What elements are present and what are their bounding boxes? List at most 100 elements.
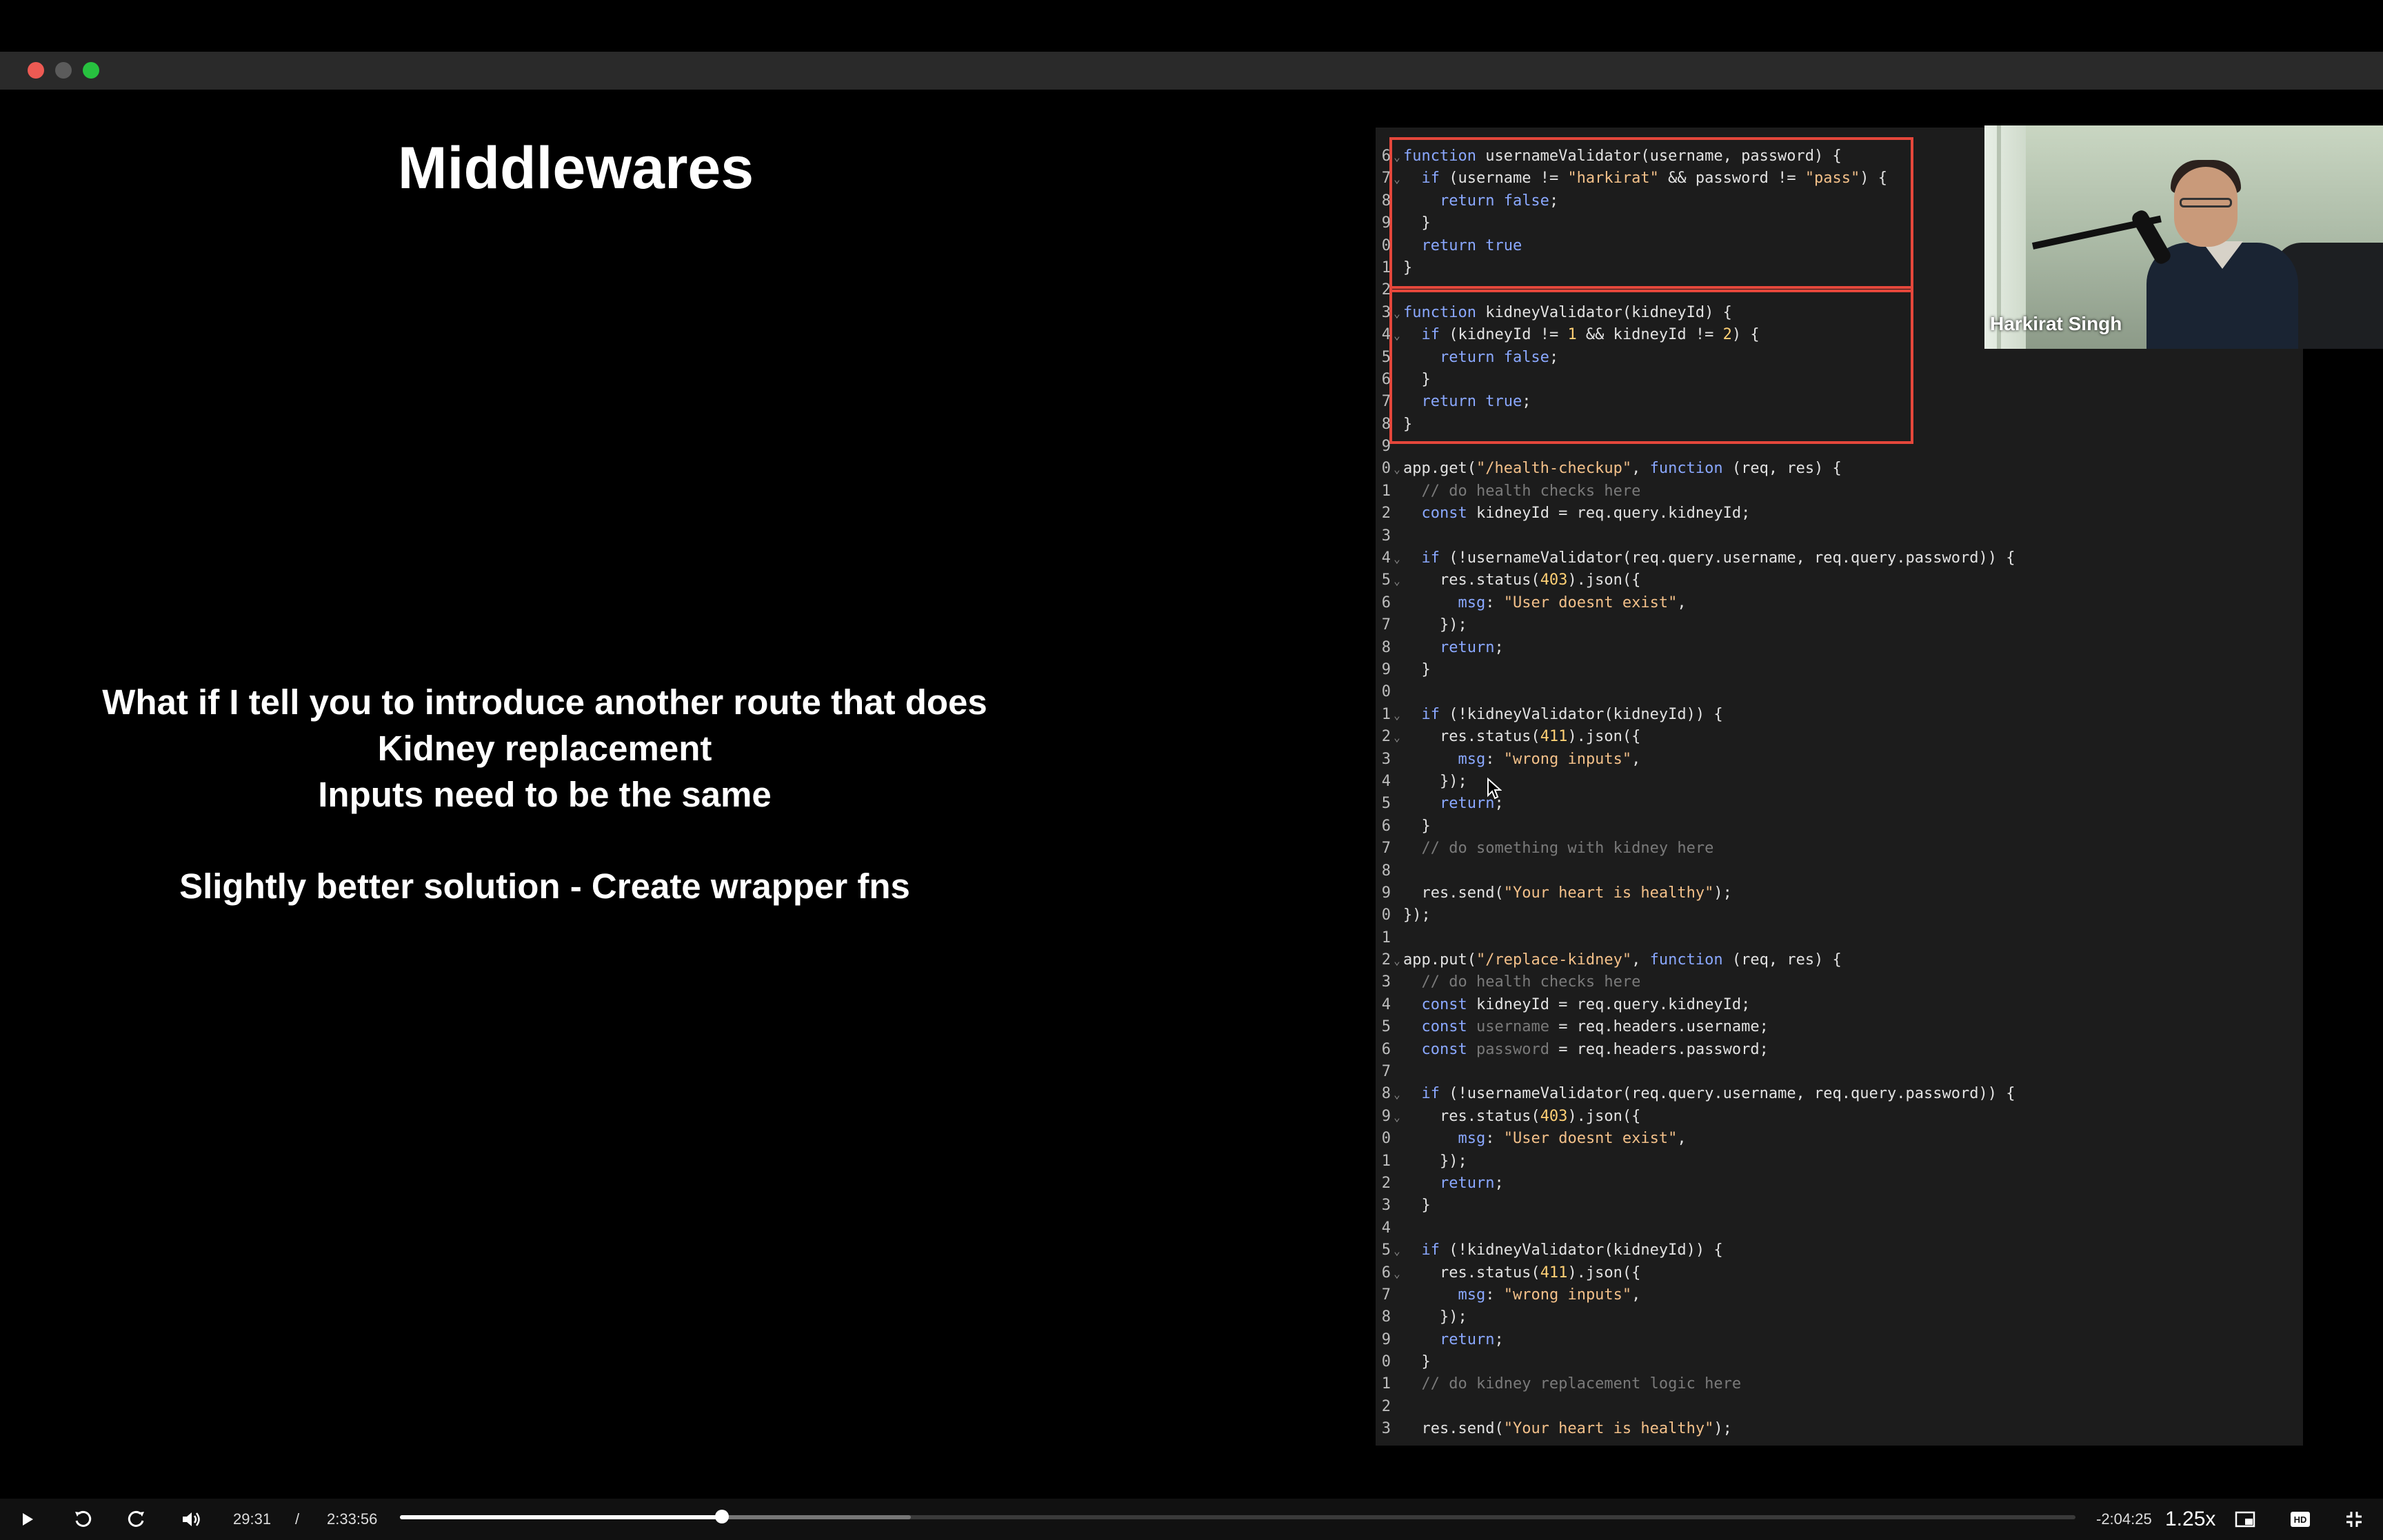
code-text: res.send("Your heart is healthy"); <box>1403 1420 1732 1438</box>
code-line: 7 msg: "wrong inputs", <box>1376 1284 2303 1306</box>
hd-quality-button[interactable]: HD <box>2286 1499 2314 1540</box>
presenter-name: Harkirat Singh <box>1990 313 2122 334</box>
maximize-window-button[interactable] <box>83 62 99 79</box>
code-text: return; <box>1439 1330 1504 1348</box>
code-line: 2 ⌄ res.status(411).json({ <box>1376 726 2303 748</box>
line-number: 4 <box>1381 326 1391 344</box>
close-window-button[interactable] <box>28 62 44 79</box>
line-number: 9 <box>1381 438 1391 456</box>
volume-icon <box>181 1510 202 1528</box>
fold-chevron-icon[interactable]: ⌄ <box>1391 1084 1403 1106</box>
code-line: 4 ⌄ if (!usernameValidator(req.query.user… <box>1376 547 2303 569</box>
code-line: 1 <box>1376 927 2303 949</box>
code-text: function usernameValidator(username, pas… <box>1403 148 1842 165</box>
forward-button[interactable] <box>123 1499 150 1540</box>
line-number: 7 <box>1381 1063 1391 1081</box>
code-text: app.get("/health-checkup", function (req… <box>1403 460 1842 478</box>
fold-chevron-icon[interactable]: ⌄ <box>1391 168 1403 190</box>
fold-chevron-icon[interactable]: ⌄ <box>1391 1106 1403 1128</box>
line-number: 6 <box>1381 1040 1391 1058</box>
line-number: 3 <box>1381 973 1391 991</box>
fold-chevron-icon[interactable]: ⌄ <box>1391 727 1403 749</box>
line-number: 5 <box>1381 571 1391 589</box>
code-text: return true <box>1421 236 1522 254</box>
fold-chevron-icon[interactable]: ⌄ <box>1391 1240 1403 1262</box>
picture-in-picture-button[interactable] <box>2231 1499 2259 1540</box>
remaining-time: -2:04:25 <box>2096 1510 2152 1528</box>
fold-chevron-icon[interactable]: ⌄ <box>1391 303 1403 325</box>
progress-scrubber-handle[interactable] <box>714 1510 729 1523</box>
code-line: 7 <box>1376 1061 2303 1083</box>
code-text: }); <box>1403 772 1467 790</box>
code-line: 1 }); <box>1376 1151 2303 1173</box>
code-text: }); <box>1403 906 1431 924</box>
fold-gutter <box>1391 414 1403 436</box>
volume-button[interactable] <box>178 1499 205 1540</box>
code-line: 6 ⌄ res.status(411).json({ <box>1376 1262 2303 1284</box>
fold-gutter <box>1391 1218 1403 1240</box>
exit-fullscreen-button[interactable] <box>2340 1499 2368 1540</box>
fold-gutter <box>1391 1397 1403 1419</box>
code-text: res.status(403).json({ <box>1403 1107 1641 1125</box>
fold-chevron-icon[interactable]: ⌄ <box>1391 1263 1403 1285</box>
minimize-window-button[interactable] <box>55 62 72 79</box>
line-number: 6 <box>1381 1264 1391 1281</box>
svg-text:HD: HD <box>2294 1514 2307 1525</box>
line-number: 9 <box>1381 884 1391 902</box>
fold-chevron-icon[interactable]: ⌄ <box>1391 146 1403 168</box>
code-text: }); <box>1403 616 1467 634</box>
line-number: 6 <box>1381 594 1391 611</box>
code-text: res.status(403).json({ <box>1403 571 1641 589</box>
code-line: 4 }); <box>1376 771 2303 793</box>
line-number: 1 <box>1381 482 1391 500</box>
code-line: 7 return true; <box>1376 391 2303 413</box>
code-line: 8 }); <box>1376 1306 2303 1328</box>
progress-bar[interactable] <box>400 1510 2075 1523</box>
code-line: 1 // do kidney replacement logic here <box>1376 1373 2303 1395</box>
fold-chevron-icon[interactable]: ⌄ <box>1391 458 1403 480</box>
play-button[interactable] <box>15 1499 40 1540</box>
rewind-icon <box>73 1510 92 1529</box>
presenter-glasses <box>2180 198 2232 207</box>
line-number: 0 <box>1381 906 1391 924</box>
code-text: } <box>1403 1353 1431 1371</box>
code-line: 9 res.send("Your heart is healthy"); <box>1376 882 2303 904</box>
screen-top-bar <box>0 0 2383 52</box>
fold-gutter <box>1391 1040 1403 1062</box>
playback-speed-button[interactable]: 1.25x <box>2165 1499 2215 1540</box>
webcam-overlay: Harkirat Singh <box>1984 125 2383 349</box>
code-line: 6 const password = req.headers.password; <box>1376 1039 2303 1061</box>
fold-chevron-icon[interactable]: ⌄ <box>1391 570 1403 592</box>
fold-gutter <box>1391 236 1403 258</box>
window-title-bar <box>0 52 2383 90</box>
fold-gutter <box>1391 280 1403 302</box>
fold-chevron-icon[interactable]: ⌄ <box>1391 950 1403 972</box>
rewind-button[interactable] <box>69 1499 97 1540</box>
fold-gutter <box>1391 481 1403 503</box>
fold-gutter <box>1391 213 1403 235</box>
code-text: return; <box>1439 1174 1504 1192</box>
line-number: 4 <box>1381 772 1391 790</box>
exit-fullscreen-icon <box>2345 1510 2363 1528</box>
code-text: if (!kidneyValidator(kidneyId)) { <box>1421 705 1723 723</box>
fold-gutter <box>1391 503 1403 525</box>
line-number: 9 <box>1381 1107 1391 1125</box>
code-line: 6 } <box>1376 815 2303 838</box>
code-line: 5 ⌄ if (!kidneyValidator(kidneyId)) { <box>1376 1239 2303 1262</box>
line-number: 2 <box>1381 951 1391 969</box>
fold-gutter <box>1391 436 1403 458</box>
fold-chevron-icon[interactable]: ⌄ <box>1391 325 1403 347</box>
code-text: } <box>1403 259 1413 276</box>
fold-gutter <box>1391 526 1403 548</box>
fold-chevron-icon[interactable]: ⌄ <box>1391 548 1403 570</box>
fold-gutter <box>1391 615 1403 637</box>
fold-chevron-icon[interactable]: ⌄ <box>1391 705 1403 727</box>
code-line: 2 ⌄ app.put("/replace-kidney", function (r… <box>1376 949 2303 971</box>
fold-gutter <box>1391 1330 1403 1352</box>
fold-gutter <box>1391 191 1403 213</box>
pip-icon <box>2235 1511 2255 1528</box>
code-line: 5 return false; <box>1376 347 2303 369</box>
line-number: 4 <box>1381 549 1391 567</box>
code-text: }); <box>1403 1308 1467 1326</box>
fold-gutter <box>1391 1151 1403 1173</box>
